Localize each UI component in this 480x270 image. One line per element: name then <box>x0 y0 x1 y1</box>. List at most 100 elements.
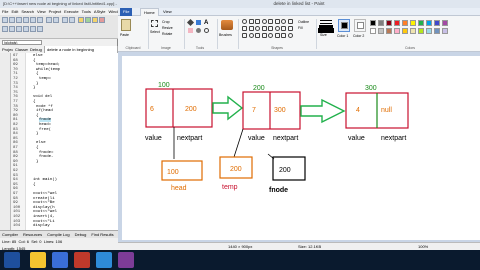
tab-debug[interactable]: Debug <box>28 46 45 53</box>
shape-option-icon[interactable] <box>268 26 273 31</box>
palette-color-swatch[interactable] <box>394 20 400 26</box>
globals-combo[interactable]: (globals) <box>2 40 42 45</box>
menu-project[interactable]: Project <box>49 9 61 14</box>
browser-icon[interactable] <box>52 252 68 268</box>
palette-color-swatch[interactable] <box>426 20 432 26</box>
debug-icon[interactable] <box>99 17 105 23</box>
palette-color-swatch[interactable] <box>410 20 416 26</box>
shape-option-icon[interactable] <box>281 19 286 24</box>
shape-option-icon[interactable] <box>281 33 286 38</box>
palette-color-swatch[interactable] <box>442 28 448 34</box>
menu-view[interactable]: View <box>37 9 46 14</box>
shape-option-icon[interactable] <box>255 19 260 24</box>
shape-option-icon[interactable] <box>287 19 293 24</box>
shape-option-icon[interactable] <box>255 26 260 31</box>
palette-color-swatch[interactable] <box>426 28 432 34</box>
save-all-icon[interactable] <box>23 17 29 23</box>
color2-selector[interactable] <box>354 19 366 32</box>
shape-option-icon[interactable] <box>248 26 254 31</box>
run-icon[interactable] <box>85 17 91 23</box>
outline-dropdown[interactable]: Outline <box>298 20 309 24</box>
palette-color-swatch[interactable] <box>386 20 392 26</box>
close-icon[interactable] <box>30 17 36 23</box>
shape-option-icon[interactable] <box>242 26 247 31</box>
file-explorer-icon[interactable] <box>30 252 46 268</box>
menu-search[interactable]: Search <box>21 9 34 14</box>
tab-source-file[interactable]: delete a node in beginning <box>45 46 118 53</box>
size-icon[interactable] <box>320 20 332 21</box>
select-icon[interactable] <box>151 20 158 27</box>
select-label[interactable]: Select <box>150 30 160 34</box>
menu-edit[interactable]: Edit <box>11 9 18 14</box>
shape-option-icon[interactable] <box>261 19 267 24</box>
palette-color-swatch[interactable] <box>442 20 448 26</box>
menu-astyle[interactable]: AStyle <box>94 9 106 14</box>
new-file-icon[interactable] <box>2 17 8 23</box>
shape-option-icon[interactable] <box>274 19 280 24</box>
shape-option-icon[interactable] <box>248 19 254 24</box>
code-editor[interactable]: else{temp=head; while(temp{temp=}} void de… <box>26 53 118 230</box>
shape-option-icon[interactable] <box>255 33 260 38</box>
replace-icon[interactable] <box>69 17 75 23</box>
shape-option-icon[interactable] <box>268 33 273 38</box>
new-project-icon[interactable] <box>2 26 8 32</box>
redo-icon[interactable] <box>53 17 59 23</box>
shape-option-icon[interactable] <box>274 26 280 31</box>
paste-icon[interactable] <box>121 19 131 31</box>
menu-execute[interactable]: Execute <box>64 9 78 14</box>
pencil-icon[interactable] <box>186 18 195 27</box>
shape-option-icon[interactable] <box>268 19 273 24</box>
goto-bookmark-icon[interactable] <box>23 26 29 32</box>
color1-selector[interactable] <box>338 19 350 32</box>
crop-button[interactable]: Crop <box>162 20 170 24</box>
menu-tools[interactable]: Tools <box>82 9 91 14</box>
palette-color-swatch[interactable] <box>434 20 440 26</box>
recorder-taskbar-icon[interactable] <box>118 252 134 268</box>
undo-icon[interactable] <box>46 17 52 23</box>
shape-option-icon[interactable] <box>281 26 286 31</box>
shape-option-icon[interactable] <box>242 33 247 38</box>
compile-icon[interactable] <box>78 17 84 23</box>
shape-option-icon[interactable] <box>242 19 247 24</box>
start-button-icon[interactable] <box>4 252 20 268</box>
paint-taskbar-icon[interactable] <box>96 252 112 268</box>
open-file-icon[interactable] <box>9 17 15 23</box>
text-tool-icon[interactable]: A <box>204 20 208 26</box>
palette-color-swatch[interactable] <box>410 28 416 34</box>
color-picker-icon[interactable] <box>196 28 201 33</box>
shape-option-icon[interactable] <box>261 26 267 31</box>
tab-file[interactable]: File <box>120 8 133 16</box>
compile-run-icon[interactable] <box>92 17 98 23</box>
tab-resources[interactable]: Resources <box>21 232 42 237</box>
shape-option-icon[interactable] <box>287 33 293 38</box>
paste-label[interactable]: Paste <box>120 33 129 37</box>
brushes-icon[interactable] <box>221 20 233 30</box>
shapes-gallery[interactable] <box>242 19 296 41</box>
fill-icon[interactable] <box>196 20 201 25</box>
shape-option-icon[interactable] <box>261 33 267 38</box>
devcpp-taskbar-icon[interactable] <box>74 252 90 268</box>
find-icon[interactable] <box>62 17 68 23</box>
tab-find-results[interactable]: Find Results <box>89 232 113 237</box>
tab-compile-log[interactable]: Compile Log <box>45 232 69 237</box>
shape-option-icon[interactable] <box>287 26 293 31</box>
eraser-icon[interactable] <box>188 28 193 33</box>
menu-file[interactable]: File <box>2 9 8 14</box>
palette-color-swatch[interactable] <box>386 28 392 34</box>
palette-color-swatch[interactable] <box>378 20 384 26</box>
palette-color-swatch[interactable] <box>378 28 384 34</box>
fill-dropdown[interactable]: Fill <box>298 26 302 30</box>
palette-color-swatch[interactable] <box>402 20 408 26</box>
palette-color-swatch[interactable] <box>402 28 408 34</box>
palette-color-swatch[interactable] <box>418 28 424 34</box>
tab-home[interactable]: Home <box>140 8 159 16</box>
toggle-bookmark-icon[interactable] <box>16 26 22 32</box>
shape-option-icon[interactable] <box>248 33 254 38</box>
size-label[interactable]: Size <box>320 33 327 37</box>
palette-color-swatch[interactable] <box>394 28 400 34</box>
rotate-button[interactable]: Rotate <box>162 32 172 36</box>
shape-option-icon[interactable] <box>274 33 280 38</box>
save-icon[interactable] <box>16 17 22 23</box>
brushes-label[interactable]: Brushes <box>219 33 232 37</box>
resize-button[interactable]: Resize <box>162 26 173 30</box>
